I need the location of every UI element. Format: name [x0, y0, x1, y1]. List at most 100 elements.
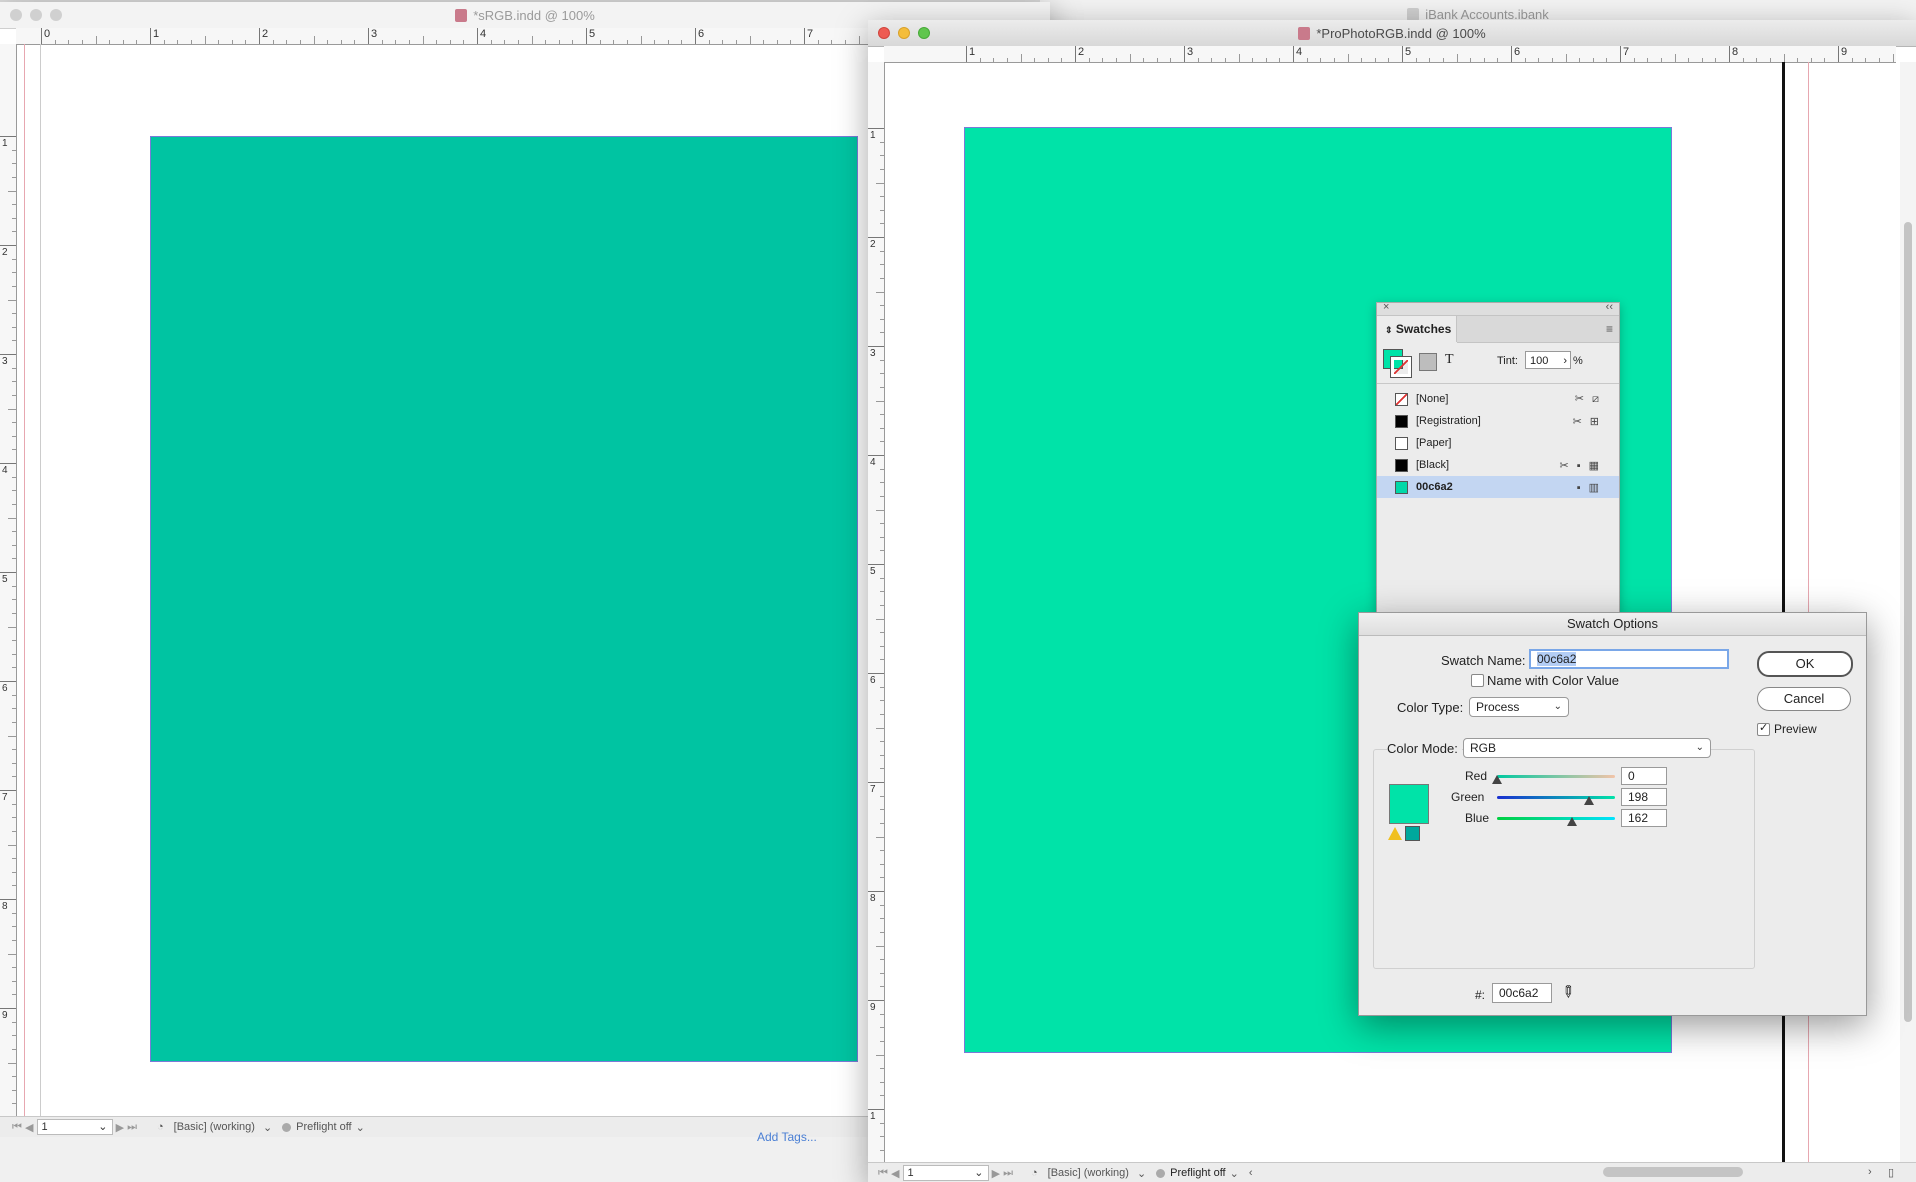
panel-menu-icon[interactable]: ≡ — [1606, 322, 1613, 336]
formatting-container-icon[interactable] — [1419, 353, 1437, 371]
previous-page-icon[interactable]: ◀ — [891, 1167, 899, 1180]
ruler-minor-tick — [1252, 58, 1254, 62]
channel-slider-blue[interactable] — [1497, 817, 1615, 820]
preflight-options-icon[interactable]: ◔ — [1031, 1167, 1038, 1179]
horizontal-ruler[interactable]: 1 2 3 4 5 6 7 8 9 — [884, 46, 1896, 63]
ruler-tick: 4 — [1293, 46, 1302, 62]
ruler-minor-tick — [12, 708, 16, 710]
preview-checkbox[interactable]: ✓ — [1757, 722, 1770, 736]
close-icon[interactable] — [878, 27, 890, 39]
out-of-gamut-warning-icon[interactable] — [1388, 827, 1402, 840]
fill-stroke-proxy[interactable] — [1383, 349, 1412, 378]
first-page-icon[interactable]: ⏮ — [878, 1167, 888, 1180]
channel-value-input-red[interactable]: 0 — [1621, 767, 1667, 785]
ruler-minor-tick — [8, 626, 16, 628]
slider-handle-icon[interactable] — [1583, 796, 1594, 805]
prophoto-window-titlebar[interactable]: *ProPhotoRGB.indd @ 100% — [868, 20, 1916, 47]
vertical-ruler[interactable]: 1 2 3 4 5 6 7 8 9 1 — [868, 62, 885, 1162]
scroll-left-icon[interactable]: ‹ — [1249, 1167, 1253, 1179]
swatches-tab[interactable]: ⇕ Swatches — [1377, 316, 1457, 342]
minimize-icon[interactable] — [30, 9, 42, 21]
swatch-list-item[interactable]: [Registration] ✂⊞ — [1377, 410, 1619, 432]
srgb-color-rectangle[interactable] — [150, 136, 858, 1062]
first-page-icon[interactable]: ⏮ — [12, 1121, 22, 1134]
channel-value-input-blue[interactable]: 162 — [1621, 809, 1667, 827]
panel-toggle-icon[interactable]: ▯ — [1888, 1166, 1894, 1179]
next-page-icon[interactable]: ▶ — [992, 1167, 1000, 1180]
vertical-ruler[interactable]: 1 2 3 4 5 6 7 8 9 — [0, 44, 17, 1117]
page-number-field[interactable]: 1 ⌄ — [902, 1165, 989, 1181]
ruler-minor-tick — [1701, 58, 1703, 62]
hex-input[interactable]: 00c6a2 — [1492, 983, 1552, 1003]
ruler-minor-tick — [12, 694, 16, 696]
formatting-text-icon[interactable]: T — [1445, 352, 1454, 368]
vertical-scrollbar[interactable] — [1900, 62, 1916, 1162]
previous-page-icon[interactable]: ◀ — [25, 1121, 33, 1134]
swatch-list-item[interactable]: [Paper] — [1377, 432, 1619, 454]
ruler-minor-tick — [880, 645, 884, 647]
channel-value-input-green[interactable]: 198 — [1621, 788, 1667, 806]
chevron-right-icon[interactable]: › — [1563, 352, 1567, 370]
preflight-status[interactable]: Preflight off ⌄ ‹ — [1156, 1167, 1253, 1180]
ruler-minor-tick — [1456, 54, 1458, 62]
ruler-tick-label: 7 — [1623, 46, 1630, 58]
tint-field[interactable]: 100 › — [1525, 351, 1571, 369]
channel-slider-red[interactable] — [1497, 775, 1615, 778]
ruler-minor-tick — [880, 441, 884, 443]
ruler-minor-tick — [12, 476, 16, 478]
ruler-minor-tick — [1361, 58, 1363, 62]
swatch-list-item[interactable]: [Black] ✂▪▦ — [1377, 454, 1619, 476]
stroke-swatch-icon[interactable] — [1390, 356, 1412, 378]
gamut-correction-swatch[interactable] — [1405, 826, 1420, 841]
ruler-tick: 8 — [1729, 46, 1738, 62]
ruler-minor-tick — [876, 291, 884, 293]
ruler-minor-tick — [1156, 58, 1158, 62]
channel-slider-green[interactable] — [1497, 796, 1615, 799]
slider-handle-icon[interactable] — [1566, 817, 1577, 826]
ruler-minor-tick — [1715, 58, 1717, 62]
swatch-name-label: 00c6a2 — [1416, 481, 1453, 493]
dialog-title: Swatch Options — [1359, 613, 1866, 636]
slider-handle-icon[interactable] — [1492, 775, 1502, 784]
last-page-icon[interactable]: ⏭ — [127, 1121, 137, 1134]
next-page-icon[interactable]: ▶ — [116, 1121, 124, 1134]
zoom-icon[interactable] — [50, 9, 62, 21]
last-page-icon[interactable]: ⏭ — [1003, 1167, 1013, 1180]
swatch-options-dialog: Swatch Options Swatch Name: 00c6a2 Name … — [1358, 612, 1867, 1016]
vertical-scroll-thumb[interactable] — [1904, 222, 1912, 1022]
preflight-status[interactable]: Preflight off ⌄ — [282, 1121, 365, 1134]
preflight-profile[interactable]: ◔ [Basic] (working) ⌄ — [157, 1121, 272, 1134]
ruler-minor-tick — [880, 713, 884, 715]
preflight-options-icon[interactable]: ◔ — [157, 1121, 164, 1133]
close-icon[interactable]: × — [1383, 301, 1389, 313]
close-icon[interactable] — [10, 9, 22, 21]
color-mode-select[interactable]: RGB ⌄ — [1463, 738, 1711, 758]
add-tags-link[interactable]: Add Tags... — [757, 1130, 817, 1144]
ruler-minor-tick — [880, 168, 884, 170]
zoom-icon[interactable] — [918, 27, 930, 39]
eyedropper-icon[interactable]: ✎ — [1556, 980, 1580, 1004]
scroll-right-icon[interactable]: › — [1868, 1166, 1872, 1178]
ruler-minor-tick — [880, 141, 884, 143]
name-with-color-checkbox[interactable] — [1471, 674, 1484, 687]
preflight-profile[interactable]: ◔ [Basic] (working) ⌄ — [1031, 1167, 1146, 1180]
minimize-icon[interactable] — [898, 27, 910, 39]
swatch-name-input[interactable]: 00c6a2 — [1529, 649, 1729, 669]
ruler-tick: 7 — [804, 28, 813, 44]
collapse-icon[interactable]: ‹‹ — [1606, 301, 1613, 313]
panel-header-bar[interactable]: × ‹‹ — [1377, 301, 1619, 316]
horizontal-scroll-thumb[interactable] — [1603, 1167, 1743, 1177]
ruler-minor-tick — [12, 599, 16, 601]
swatch-list-item[interactable]: 00c6a2 ▪▥ — [1377, 476, 1619, 498]
ruler-minor-tick — [876, 509, 884, 511]
swatch-list-item[interactable]: [None] ✂⧄ — [1377, 388, 1619, 410]
ruler-tick-label: 9 — [1841, 46, 1848, 58]
ruler-minor-tick — [1429, 58, 1431, 62]
ok-button[interactable]: OK — [1757, 651, 1853, 677]
ruler-minor-tick — [286, 40, 288, 44]
page-number-field[interactable]: 1 ⌄ — [36, 1119, 113, 1135]
ruler-minor-tick — [1810, 58, 1812, 62]
color-type-select[interactable]: Process ⌄ — [1469, 697, 1569, 717]
ruler-minor-tick — [1797, 58, 1799, 62]
cancel-button[interactable]: Cancel — [1757, 687, 1851, 711]
